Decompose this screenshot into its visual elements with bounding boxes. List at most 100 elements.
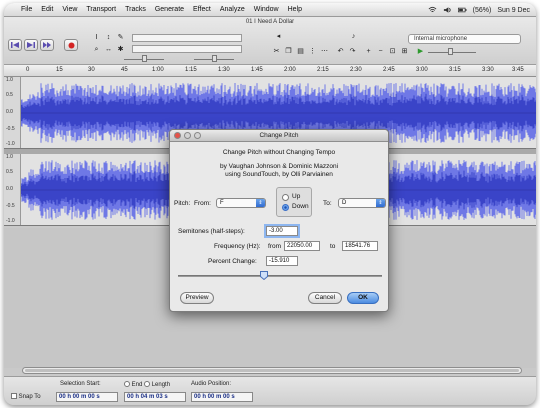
- menu-tracks[interactable]: Tracks: [125, 6, 146, 13]
- playback-meter[interactable]: [132, 34, 242, 42]
- ruler-tick: 45: [121, 67, 128, 73]
- selection-tool-icon[interactable]: I: [92, 33, 101, 42]
- trim-icon[interactable]: ⋮: [308, 47, 317, 56]
- paste-icon[interactable]: ▤: [296, 47, 305, 56]
- freq-to-field[interactable]: 18541.76: [342, 241, 378, 251]
- menu-view[interactable]: View: [62, 6, 77, 13]
- scale-label: 0.5: [6, 169, 13, 175]
- snap-checkbox-box[interactable]: [11, 393, 17, 399]
- up-label: Up: [292, 193, 301, 200]
- battery-icon[interactable]: [457, 6, 467, 14]
- volume-slider[interactable]: [142, 55, 147, 62]
- scrollbar-thumb[interactable]: [25, 369, 519, 372]
- selection-start-time[interactable]: 00 h 00 m 00 s: [56, 392, 118, 402]
- end-radio[interactable]: [124, 381, 130, 387]
- input-device-select[interactable]: Internal microphone: [408, 34, 521, 44]
- pitch-slider-thumb[interactable]: [260, 271, 268, 280]
- up-radio[interactable]: [282, 194, 289, 201]
- speaker-icon: ◂: [276, 33, 281, 40]
- down-radio[interactable]: [282, 204, 289, 211]
- audio-position-label: Audio Position:: [191, 381, 232, 387]
- record-meter[interactable]: [132, 45, 242, 53]
- cut-icon[interactable]: ✂: [272, 47, 281, 56]
- app-window: File Edit View Transport Tracks Generate…: [4, 3, 536, 405]
- freq-from-field[interactable]: 22050.00: [284, 241, 320, 251]
- volume-icon[interactable]: [443, 6, 452, 14]
- close-icon[interactable]: [174, 132, 181, 139]
- semitones-field[interactable]: -3.00: [266, 226, 298, 236]
- scale-label: -1.0: [6, 218, 15, 224]
- direction-group: Up Down: [276, 187, 312, 217]
- ruler-tick: 2:15: [317, 67, 329, 73]
- fit-selection-icon[interactable]: ⊡: [388, 47, 397, 56]
- play-at-speed-icon[interactable]: ▶: [416, 47, 425, 56]
- menu-transport[interactable]: Transport: [86, 6, 116, 13]
- selection-toolbar: Selection Start: End Length Audio Positi…: [4, 376, 536, 405]
- scale-label: 0.0: [6, 186, 13, 192]
- skip-forward-button[interactable]: [40, 39, 54, 51]
- record-button[interactable]: [64, 39, 78, 51]
- ruler-tick: 2:00: [284, 67, 296, 73]
- skip-end-button[interactable]: [24, 39, 38, 51]
- chevron-updown-icon: ⇕: [376, 199, 385, 207]
- skip-start-icon: [11, 42, 19, 48]
- scale-label: 0.0: [6, 109, 13, 115]
- from-note-select[interactable]: F ⇕: [216, 198, 266, 208]
- ruler-tick: 30: [88, 67, 95, 73]
- input-slider[interactable]: [212, 55, 217, 62]
- multi-tool-icon[interactable]: ✱: [116, 45, 125, 54]
- speed-slider[interactable]: [448, 48, 453, 55]
- copy-icon[interactable]: ❐: [284, 47, 293, 56]
- down-label: Down: [292, 203, 309, 210]
- pitch-label: Pitch:: [174, 200, 191, 207]
- menu-help[interactable]: Help: [288, 6, 302, 13]
- menu-window[interactable]: Window: [254, 6, 279, 13]
- wifi-icon[interactable]: [428, 6, 437, 14]
- percent-change-label: Percent Change:: [208, 258, 257, 265]
- menu-effect[interactable]: Effect: [193, 6, 211, 13]
- toolbar: 01 I Need A Dollar I ↕ ✎ ⌕ ↔ ✱ ◂ ♪ Inter…: [4, 17, 536, 65]
- zoom-out-icon[interactable]: −: [376, 47, 385, 56]
- ruler-tick: 0: [26, 67, 30, 73]
- menu-analyze[interactable]: Analyze: [220, 6, 245, 13]
- redo-icon[interactable]: ↷: [348, 47, 357, 56]
- cancel-button[interactable]: Cancel: [308, 292, 342, 304]
- horizontal-scrollbar[interactable]: [22, 367, 522, 374]
- zoom-tool-icon[interactable]: ⌕: [92, 45, 101, 54]
- timeshift-tool-icon[interactable]: ↔: [104, 45, 113, 54]
- credit-line-1: by Vaughan Johnson & Dominic Mazzoni: [219, 163, 339, 170]
- to-note-select[interactable]: D ⇕: [338, 198, 386, 208]
- skip-start-button[interactable]: [8, 39, 22, 51]
- length-radio[interactable]: [144, 381, 151, 387]
- selection-end-time[interactable]: 00 h 04 m 03 s: [124, 392, 186, 402]
- menu-generate[interactable]: Generate: [155, 6, 184, 13]
- preview-button[interactable]: Preview: [180, 292, 214, 304]
- percent-change-field[interactable]: -15.910: [266, 256, 298, 266]
- zoom-in-icon[interactable]: +: [364, 47, 373, 56]
- menu-edit[interactable]: Edit: [41, 6, 53, 13]
- ok-button[interactable]: OK: [347, 292, 379, 304]
- semitones-label: Semitones (half-steps):: [178, 228, 245, 235]
- ruler-tick: 2:45: [383, 67, 395, 73]
- timeline-ruler[interactable]: 0 15 30 45 1:00 1:15 1:30 1:45 2:00 2:15…: [4, 65, 536, 77]
- dialog-titlebar: Change Pitch: [170, 130, 388, 142]
- envelope-tool-icon[interactable]: ↕: [104, 33, 113, 42]
- to-note-value: D: [342, 200, 347, 206]
- minimize-icon[interactable]: [184, 132, 191, 139]
- credit-line-2: using SoundTouch, by Olli Parviainen: [225, 171, 333, 178]
- mic-icon: ♪: [351, 33, 356, 40]
- snap-to-checkbox[interactable]: Snap To: [11, 393, 41, 400]
- ruler-tick: 3:15: [449, 67, 461, 73]
- undo-icon[interactable]: ↶: [336, 47, 345, 56]
- end-radio-group[interactable]: End Length: [124, 381, 170, 388]
- menu-file[interactable]: File: [21, 6, 32, 13]
- zoom-icon[interactable]: [194, 132, 201, 139]
- silence-icon[interactable]: ⋯: [320, 47, 329, 56]
- fit-project-icon[interactable]: ⊞: [400, 47, 409, 56]
- audio-position-time[interactable]: 00 h 00 m 00 s: [191, 392, 253, 402]
- ruler-tick: 3:30: [482, 67, 494, 73]
- change-pitch-dialog: Change Pitch Change Pitch without Changi…: [169, 129, 389, 312]
- freq-to-label: to: [330, 243, 336, 250]
- draw-tool-icon[interactable]: ✎: [116, 33, 125, 42]
- menubar-clock[interactable]: Sun 9 Dec: [497, 7, 530, 14]
